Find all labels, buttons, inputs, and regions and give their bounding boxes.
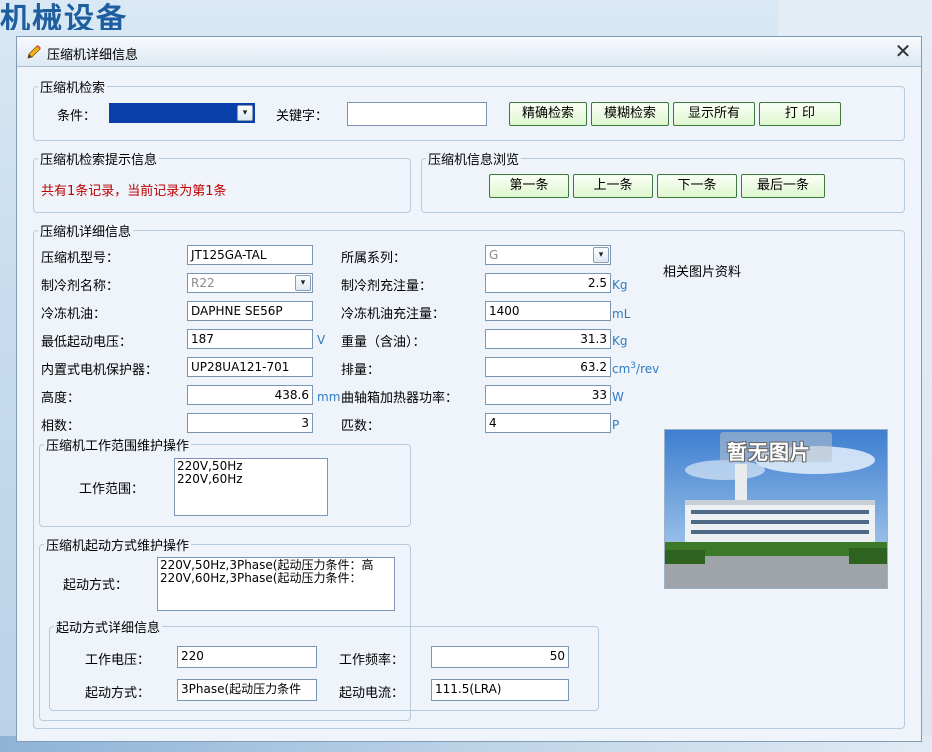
start-mode-label: 起动方式： <box>63 578 129 593</box>
chevron-down-icon[interactable]: ▾ <box>593 247 609 263</box>
chevron-down-icon[interactable]: ▾ <box>237 105 253 121</box>
window-title: 压缩机详细信息 <box>47 48 139 63</box>
displacement-unit-main: cm <box>612 362 631 376</box>
current-field[interactable]: 111.5(LRA) <box>431 679 569 701</box>
phase-label: 相数： <box>41 419 81 434</box>
poles-unit: P <box>612 418 620 432</box>
height-field[interactable]: 438.6 <box>187 385 313 405</box>
height-label: 高度： <box>41 391 81 406</box>
model-field[interactable]: JT125GA-TAL <box>187 245 313 265</box>
refrigerant-select-value: R22 <box>191 276 215 290</box>
oil-charge-field[interactable]: 1400 <box>485 301 611 321</box>
poles-label: 匹数： <box>341 419 381 434</box>
start-mode-legend: 压缩机起动方式维护操作 <box>46 539 190 554</box>
displacement-unit: cm3/rev <box>612 361 659 376</box>
voltage-label: 工作电压： <box>85 653 151 668</box>
detail-group-legend: 压缩机详细信息 <box>40 225 132 240</box>
charge-unit: Kg <box>612 278 628 292</box>
displacement-field[interactable]: 63.2 <box>485 357 611 377</box>
condition-select[interactable]: ▾ <box>109 103 255 123</box>
charge-label: 制冷剂充注量： <box>341 279 433 294</box>
record-count-message: 共有1条记录，当前记录为第1条 <box>41 184 227 199</box>
charge-field[interactable]: 2.5 <box>485 273 611 293</box>
list-item[interactable]: 220V,60Hz,3Phase(起动压力条件： <box>160 572 392 585</box>
oil-charge-label: 冷冻机油充注量： <box>341 307 446 322</box>
weight-label: 重量（含油）： <box>341 335 426 350</box>
series-select[interactable]: G ▾ <box>485 245 611 265</box>
frequency-label: 工作频率： <box>339 653 405 668</box>
refrigerant-select[interactable]: R22 ▾ <box>187 273 313 293</box>
start-detail-legend: 起动方式详细信息 <box>56 621 161 636</box>
last-record-button[interactable]: 最后一条 <box>741 174 825 198</box>
weight-field[interactable]: 31.3 <box>485 329 611 349</box>
list-item[interactable]: 220V,60Hz <box>177 473 325 486</box>
min-voltage-field[interactable]: 187 <box>187 329 313 349</box>
print-button[interactable]: 打 印 <box>759 102 841 126</box>
oil-label: 冷冻机油： <box>41 307 107 322</box>
heater-field[interactable]: 33 <box>485 385 611 405</box>
exact-search-button[interactable]: 精确检索 <box>509 102 587 126</box>
browse-group-legend: 压缩机信息浏览 <box>428 153 520 168</box>
first-record-button[interactable]: 第一条 <box>489 174 569 198</box>
start-mode-list[interactable]: 220V,50Hz,3Phase(起动压力条件：高 220V,60Hz,3Pha… <box>157 557 395 611</box>
min-voltage-label: 最低起动电压： <box>41 335 133 350</box>
search-hint-legend: 压缩机检索提示信息 <box>40 153 158 168</box>
mode-field[interactable]: 3Phase(起动压力条件 <box>177 679 317 701</box>
show-all-button[interactable]: 显示所有 <box>673 102 755 126</box>
background-logo-text: 机械设备 <box>0 2 128 30</box>
heater-label: 曲轴箱加热器功率： <box>341 391 459 406</box>
work-range-label: 工作范围： <box>79 482 145 497</box>
oil-charge-unit: mL <box>612 307 631 321</box>
poles-field[interactable]: 4 <box>485 413 611 433</box>
displacement-label: 排量： <box>341 363 381 378</box>
height-unit: mm <box>317 390 341 404</box>
title-bar[interactable]: 压缩机详细信息 ✕ <box>17 37 921 67</box>
fuzzy-search-button[interactable]: 模糊检索 <box>591 102 669 126</box>
oil-field[interactable]: DAPHNE SE56P <box>187 301 313 321</box>
model-label: 压缩机型号： <box>41 251 120 266</box>
compressor-photo: 暂无图片 <box>664 429 888 589</box>
pencil-icon <box>27 45 41 59</box>
search-group-legend: 压缩机检索 <box>40 81 106 96</box>
current-label: 起动电流： <box>339 686 405 701</box>
work-range-list[interactable]: 220V,50Hz 220V,60Hz <box>174 458 328 516</box>
frequency-field[interactable]: 50 <box>431 646 569 668</box>
prev-record-button[interactable]: 上一条 <box>573 174 653 198</box>
mode-label: 起动方式： <box>85 686 151 701</box>
protector-field[interactable]: UP28UA121-701 <box>187 357 313 377</box>
heater-unit: W <box>612 390 624 404</box>
keyword-label: 关键字： <box>276 109 329 124</box>
refrigerant-label: 制冷剂名称： <box>41 279 120 294</box>
compressor-detail-window: 压缩机详细信息 ✕ 压缩机检索 条件： ▾ 关键字： 精确检索 模糊检索 显示所… <box>16 36 922 742</box>
displacement-unit-rest: /rev <box>636 362 660 376</box>
image-section-label: 相关图片资料 <box>663 265 742 280</box>
chevron-down-icon[interactable]: ▾ <box>295 275 311 291</box>
phase-field[interactable]: 3 <box>187 413 313 433</box>
close-button[interactable]: ✕ <box>891 40 915 64</box>
photo-overlay-text: 暂无图片 <box>727 440 811 464</box>
protector-label: 内置式电机保护器： <box>41 363 159 378</box>
voltage-field[interactable]: 220 <box>177 646 317 668</box>
next-record-button[interactable]: 下一条 <box>657 174 737 198</box>
min-voltage-unit: V <box>317 333 326 347</box>
series-select-value: G <box>489 248 499 262</box>
work-range-legend: 压缩机工作范围维护操作 <box>46 439 190 454</box>
condition-label: 条件： <box>57 109 97 124</box>
keyword-input[interactable] <box>347 102 487 126</box>
series-label: 所属系列： <box>341 251 407 266</box>
weight-unit: Kg <box>612 334 628 348</box>
